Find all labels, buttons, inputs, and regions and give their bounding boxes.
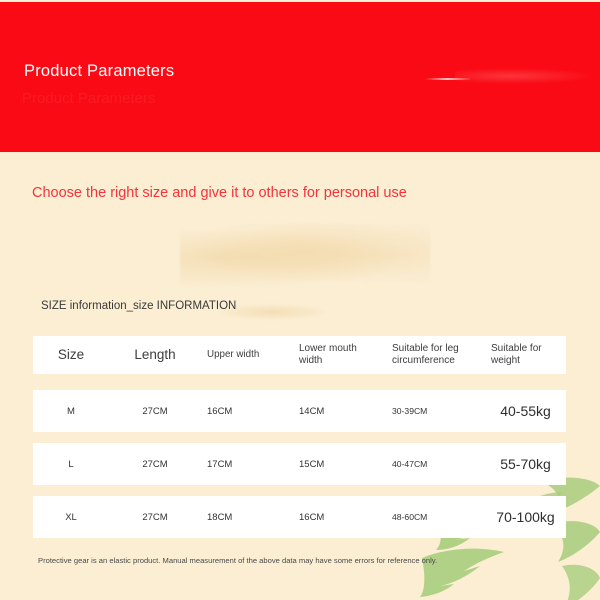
header-leg-circumference-line2: circumference	[392, 355, 455, 366]
banner-streak-decoration	[425, 78, 470, 80]
cell-upper-width: 17CM	[207, 458, 233, 470]
subtitle-text: Choose the right size and give it to oth…	[32, 185, 407, 201]
cell-leg-circumference: 48-60CM	[392, 512, 428, 522]
header-leg-circumference: Suitable for leg circumference	[386, 343, 485, 367]
size-information-label: SIZE information_size INFORMATION	[41, 300, 237, 312]
header-lower-mouth-width: Lower mouth width	[293, 343, 386, 367]
cell-leg-circumference: 40-47CM	[392, 459, 428, 469]
cell-lower-mouth-width: 14CM	[299, 405, 325, 417]
banner-ghost-text: Product Parameters	[22, 90, 156, 107]
table-row: XL 27CM 18CM 16CM 48-60CM 70-100kg	[33, 496, 566, 538]
content-area: Choose the right size and give it to oth…	[0, 152, 600, 600]
cell-weight: 55-70kg	[500, 456, 551, 472]
cell-upper-width: 16CM	[207, 405, 233, 417]
table-row: L 27CM 17CM 15CM 40-47CM 55-70kg	[33, 443, 566, 485]
cell-leg-circumference: 30-39CM	[392, 406, 428, 416]
background-watermark	[180, 224, 430, 286]
cell-weight: 70-100kg	[496, 509, 555, 525]
header-upper-width: Upper width	[207, 349, 260, 361]
cell-size: XL	[65, 511, 77, 523]
product-parameters-page: Product Parameters Product Parameters Ch…	[0, 0, 600, 600]
cell-lower-mouth-width: 16CM	[299, 511, 325, 523]
page-title: Product Parameters	[24, 62, 175, 80]
header-lower-mouth-width-line1: Lower mouth	[299, 343, 357, 354]
cell-lower-mouth-width: 15CM	[299, 458, 325, 470]
header-lower-mouth-width-line2: width	[299, 355, 323, 366]
cell-size: M	[67, 405, 75, 417]
header-weight: Suitable for weight	[491, 343, 542, 366]
cell-weight: 40-55kg	[500, 403, 551, 419]
table-header-row: Size Length Upper width Lower mouth widt…	[33, 336, 566, 374]
header-size: Size	[57, 347, 85, 363]
size-information-table: Size Length Upper width Lower mouth widt…	[33, 336, 566, 549]
table-row: M 27CM 16CM 14CM 30-39CM 40-55kg	[33, 390, 566, 432]
header-leg-circumference-line1: Suitable for leg	[392, 343, 459, 354]
banner-haze-decoration	[455, 68, 595, 84]
page-banner: Product Parameters Product Parameters	[0, 2, 600, 152]
cell-length: 27CM	[142, 405, 168, 417]
cell-upper-width: 18CM	[207, 511, 233, 523]
disclaimer-note: Protective gear is an elastic product. M…	[38, 556, 438, 565]
cell-length: 27CM	[142, 458, 168, 470]
cell-size: L	[68, 458, 74, 470]
cell-length: 27CM	[142, 511, 168, 523]
header-length: Length	[134, 347, 176, 363]
